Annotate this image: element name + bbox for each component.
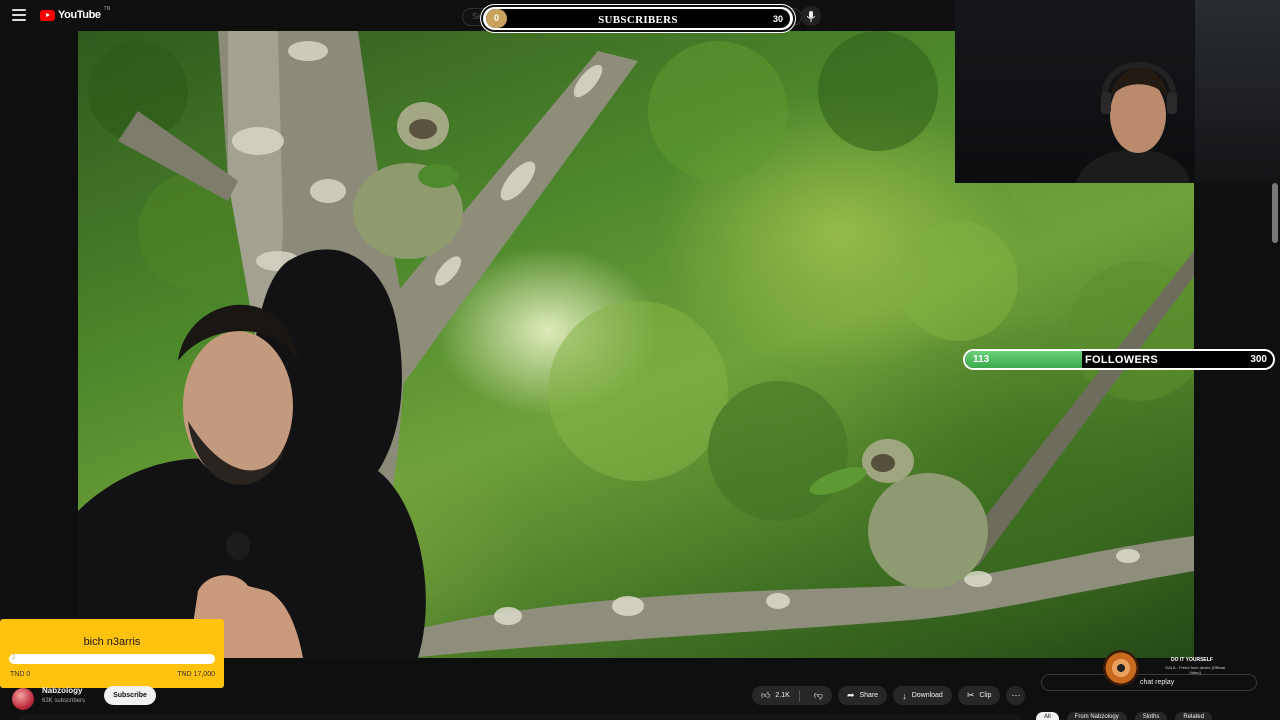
followers-goal-label: FOLLOWERS	[1085, 354, 1158, 366]
description-box-edge	[20, 714, 1020, 720]
subscribers-goal-track: 0 SUBSCRIBERS 30	[486, 9, 790, 28]
download-label: Download	[911, 692, 943, 699]
menu-icon[interactable]	[12, 9, 26, 21]
share-icon: ➦	[846, 690, 855, 700]
subscribe-button[interactable]: Subscribe	[104, 686, 156, 705]
microphone-icon	[807, 10, 815, 22]
promo-subtitle: GALA - Freed from desire [Official Video…	[1165, 665, 1225, 675]
promo-title: DO IT YOURSELF	[1171, 657, 1213, 663]
clip-label: Clip	[979, 692, 992, 699]
vinyl-disc-icon	[1103, 650, 1139, 686]
donation-goal-max: TND 17,000	[177, 671, 215, 678]
channel-name[interactable]: Nabzology	[42, 686, 82, 695]
download-button[interactable]: ↓ Download	[893, 686, 952, 705]
youtube-play-icon	[40, 9, 55, 21]
share-label: Share	[859, 692, 879, 699]
streamer-figure	[1075, 62, 1190, 183]
like-dislike-group: 👍︎ 2.1K 👎︎	[752, 686, 832, 705]
donation-goal-min: TND 0	[10, 671, 31, 678]
chip-related[interactable]: Related	[1175, 712, 1213, 720]
like-divider	[798, 689, 800, 702]
scissors-icon: ✂	[966, 690, 975, 700]
like-count[interactable]: 2.1K	[775, 692, 789, 699]
donation-goal-track: 2	[9, 654, 215, 664]
chip-topic[interactable]: Sloths	[1134, 712, 1168, 720]
youtube-logo[interactable]: YouTube TN	[40, 6, 111, 21]
chip-from-channel[interactable]: From Nabzology	[1066, 712, 1127, 720]
subscribers-goal-bar: 0 SUBSCRIBERS 30	[481, 5, 795, 32]
download-icon: ↓	[902, 690, 907, 701]
channel-subscriber-count: 63K subscribers	[42, 698, 86, 704]
followers-goal-current: 113	[973, 354, 990, 365]
subscribers-goal-label: SUBSCRIBERS	[598, 14, 678, 26]
donation-goal-widget: bich n3arris 2 TND 0 TND 17,000	[0, 619, 224, 688]
chip-all[interactable]: All	[1036, 712, 1059, 720]
followers-goal-bar: 113 FOLLOWERS 300	[963, 349, 1275, 370]
logo-text: YouTube	[58, 9, 101, 21]
channel-avatar[interactable]	[12, 688, 34, 710]
related-filter-chips: All From Nabzology Sloths Related	[1036, 712, 1213, 720]
clip-button[interactable]: ✂ Clip	[957, 686, 1001, 705]
video-actions: 👍︎ 2.1K 👎︎ ➦ Share ↓ Download ✂ Clip ⋯	[752, 686, 1026, 705]
region-code: TN	[103, 6, 111, 12]
youtube-watch-page: YouTube TN Se 0 SUBSCRIBERS 30 113 FOLLO…	[0, 0, 1280, 720]
share-button[interactable]: ➦ Share	[837, 686, 888, 705]
voice-search-button[interactable]	[801, 6, 821, 26]
donation-goal-current: 2	[12, 655, 16, 661]
more-actions-button[interactable]: ⋯	[1006, 686, 1026, 705]
thumbs-down-icon[interactable]: 👎︎	[805, 690, 832, 701]
donation-goal-title: bich n3arris	[83, 636, 141, 648]
more-horizontal-icon: ⋯	[1011, 690, 1021, 700]
music-promo[interactable]: DO IT YOURSELF GALA - Freed from desire …	[1103, 648, 1243, 686]
thumbs-up-icon[interactable]: 👍︎	[761, 690, 770, 701]
subscribers-goal-end: 30	[772, 14, 783, 24]
streamer-webcam	[955, 0, 1280, 183]
followers-goal-end: 300	[1250, 354, 1267, 365]
page-scrollbar[interactable]	[1272, 183, 1278, 243]
